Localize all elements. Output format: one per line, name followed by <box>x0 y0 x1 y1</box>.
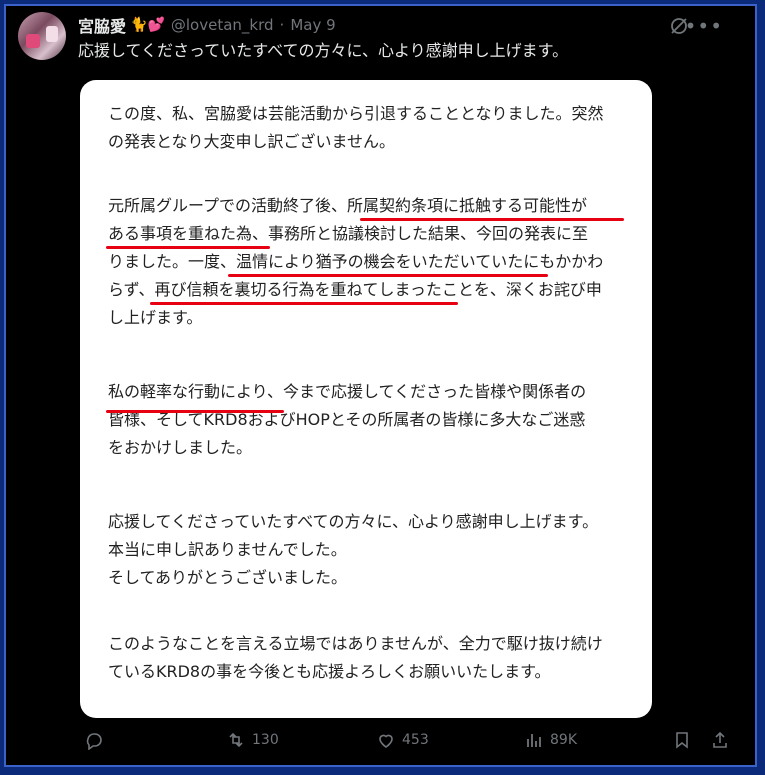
like-icon <box>379 734 393 748</box>
line: し上げます。 <box>108 308 203 327</box>
line: ある事項を重ねた為、事務所と協議検討した結果、今回の発表に至 <box>108 224 589 243</box>
line: ているKRD8の事を今後とも応援よろしくお願いいたします。 <box>108 662 551 681</box>
share-button[interactable] <box>710 730 730 750</box>
line: この度、私、宮脇愛は芸能活動から引退することとなりました。突然 <box>108 104 604 123</box>
red-underline <box>228 274 548 277</box>
line: そしてありがとうございました。 <box>108 568 348 587</box>
reply-button[interactable] <box>84 730 110 750</box>
red-underline <box>360 218 624 221</box>
red-underline <box>150 302 458 305</box>
views-icon <box>527 734 541 747</box>
more-icon[interactable]: ••• <box>685 14 723 38</box>
share-icon <box>713 731 727 748</box>
tweet-frame: 宮脇愛 🐈💕 @lovetan_krd · May 9 ••• 応援してくださっ… <box>4 4 757 767</box>
line: 応援してくださっていたすべての方々に、心より感謝申し上げます。 <box>108 512 599 531</box>
views-count: 89K <box>550 732 577 748</box>
bookmark-icon <box>676 732 688 749</box>
separator: · <box>279 16 285 34</box>
handle[interactable]: @lovetan_krd <box>171 16 274 34</box>
line: 元所属グループでの活動終了後、所属契約条項に抵触する可能性が <box>108 196 588 215</box>
line: 私の軽率な行動により、今まで応援してくださった皆様や関係者の <box>108 382 587 401</box>
like-button[interactable]: 453 <box>376 730 429 750</box>
line: をおかけしました。 <box>108 438 253 457</box>
tweet-text: 応援してくださっていたすべての方々に、心より感謝申し上げます。 <box>78 41 569 60</box>
statement-image[interactable]: この度、私、宮脇愛は芸能活動から引退することとなりました。突然 の発表となり大変… <box>80 80 652 718</box>
paragraph-3: 私の軽率な行動により、今まで応援してくださった皆様や関係者の 皆様、そしてKRD… <box>108 378 628 462</box>
display-name[interactable]: 宮脇愛 <box>78 13 126 37</box>
retweet-count: 130 <box>252 732 279 748</box>
line: りました。一度、温情により猶予の機会をいただいていたにもかかわ <box>108 252 604 271</box>
line: の発表となり大変申し訳ございません。 <box>108 132 396 151</box>
paragraph-4: 応援してくださっていたすべての方々に、心より感謝申し上げます。 本当に申し訳あり… <box>108 508 628 592</box>
line: 本当に申し訳ありませんでした。 <box>108 540 347 559</box>
like-count: 453 <box>402 732 429 748</box>
retweet-button[interactable]: 130 <box>226 730 279 750</box>
red-underline <box>106 246 270 249</box>
retweet-icon <box>229 732 243 748</box>
views-button[interactable]: 89K <box>524 730 577 750</box>
post-date[interactable]: May 9 <box>290 16 335 34</box>
paragraph-5: このようなことを言える立場ではありませんが、全力で駆け抜け続け ているKRD8の… <box>108 630 628 686</box>
paragraph-2: 元所属グループでの活動終了後、所属契約条項に抵触する可能性が ある事項を重ねた為… <box>108 192 628 332</box>
action-bar: 130 453 89K <box>84 730 744 758</box>
avatar[interactable] <box>18 12 66 60</box>
bookmark-button[interactable] <box>672 730 692 750</box>
line: らず、再び信頼を裏切る行為を重ねてしまったことを、深くお詫び申 <box>108 280 602 299</box>
reply-icon <box>86 733 102 750</box>
tweet-header: 宮脇愛 🐈💕 @lovetan_krd · May 9 <box>78 14 336 36</box>
paragraph-1: この度、私、宮脇愛は芸能活動から引退することとなりました。突然 の発表となり大変… <box>108 100 628 156</box>
red-underline <box>106 410 284 413</box>
name-emojis: 🐈💕 <box>130 17 165 33</box>
line: このようなことを言える立場ではありませんが、全力で駆け抜け続け <box>108 634 603 653</box>
